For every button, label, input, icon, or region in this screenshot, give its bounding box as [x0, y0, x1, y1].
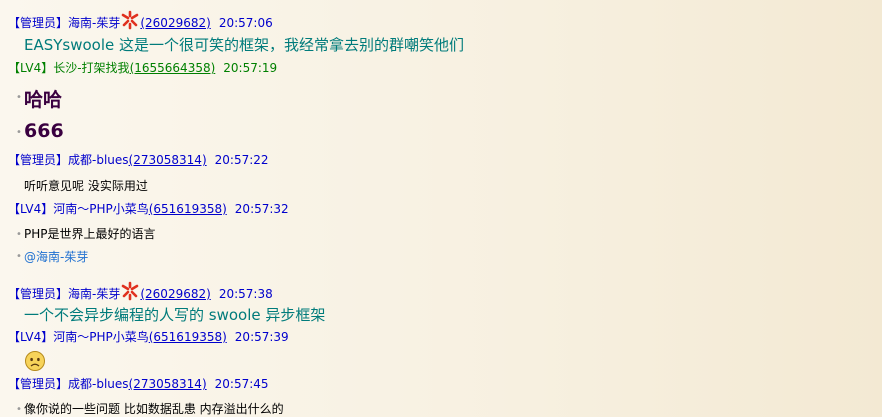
- message-text: 听听意见呢 没实际用过: [24, 179, 148, 193]
- bullet-icon: •: [16, 404, 22, 415]
- role-badge: 【LV4】: [8, 330, 54, 344]
- sender-qq[interactable]: (1655664358): [130, 61, 216, 75]
- message-time: 20:57:39: [234, 330, 289, 344]
- message-text: 哈哈: [24, 89, 63, 111]
- angry-badge-icon: [122, 281, 139, 301]
- sender-qq[interactable]: (273058314): [129, 377, 207, 391]
- message-text: 666: [24, 120, 64, 142]
- message-text: PHP是世界上最好的语言: [24, 227, 156, 241]
- sender-name[interactable]: 成都-blues: [68, 153, 129, 167]
- sender-qq[interactable]: (273058314): [129, 153, 207, 167]
- message-text: 一个不会异步编程的人写的 swoole 异步框架: [24, 306, 326, 324]
- sender-name[interactable]: 海南-茱芽: [68, 287, 120, 301]
- sender-qq[interactable]: (26029682): [140, 16, 210, 30]
- message-header: 【管理员】成都-blues(273058314) 20:57:22: [8, 152, 269, 168]
- message-header: 【管理员】海南-茱芽 (26029682) 20:57:38: [8, 281, 273, 302]
- sender-qq[interactable]: (651619358): [149, 330, 227, 344]
- role-badge: 【管理员】: [8, 153, 69, 167]
- role-badge: 【LV4】: [8, 202, 54, 216]
- role-badge: 【管理员】: [8, 16, 69, 30]
- message-header: 【LV4】长沙-打架找我(1655664358) 20:57:19: [8, 60, 277, 76]
- sender-name[interactable]: 海南-茱芽: [68, 16, 120, 30]
- mention-link[interactable]: @海南-茱芽: [24, 248, 88, 265]
- sender-name[interactable]: 河南～PHP小菜鸟: [53, 330, 149, 344]
- role-badge: 【LV4】: [8, 61, 54, 75]
- message-header: 【LV4】河南～PHP小菜鸟(651619358) 20:57:32: [8, 201, 289, 217]
- bullet-icon: •: [16, 92, 22, 103]
- bullet-icon: •: [16, 251, 22, 262]
- bullet-icon: •: [16, 229, 22, 240]
- message-time: 20:57:32: [234, 202, 289, 216]
- message-time: 20:57:45: [214, 377, 269, 391]
- role-badge: 【管理员】: [8, 287, 69, 301]
- bullet-icon: •: [16, 127, 22, 138]
- message-header: 【LV4】河南～PHP小菜鸟(651619358) 20:57:39: [8, 329, 289, 345]
- message-text: 像你说的一些问题 比如数据乱患 内存溢出什么的: [24, 402, 284, 416]
- message-time: 20:57:22: [214, 153, 269, 167]
- role-badge: 【管理员】: [8, 377, 69, 391]
- sender-name[interactable]: 长沙-打架找我: [53, 61, 129, 75]
- angry-badge-icon: [122, 10, 139, 30]
- message-header: 【管理员】成都-blues(273058314) 20:57:45: [8, 376, 269, 392]
- message-header: 【管理员】海南-茱芽 (26029682) 20:57:06: [8, 10, 273, 31]
- message-text: EASYswoole 这是一个很可笑的框架，我经常拿去别的群嘲笑他们: [24, 36, 465, 54]
- sender-name[interactable]: 成都-blues: [68, 377, 129, 391]
- message-time: 20:57:38: [218, 287, 273, 301]
- sender-qq[interactable]: (26029682): [140, 287, 210, 301]
- sender-qq[interactable]: (651619358): [149, 202, 227, 216]
- sender-name[interactable]: 河南～PHP小菜鸟: [53, 202, 149, 216]
- message-time: 20:57:19: [223, 61, 278, 75]
- message-time: 20:57:06: [218, 16, 273, 30]
- sad-face-emoji-icon: [25, 351, 45, 371]
